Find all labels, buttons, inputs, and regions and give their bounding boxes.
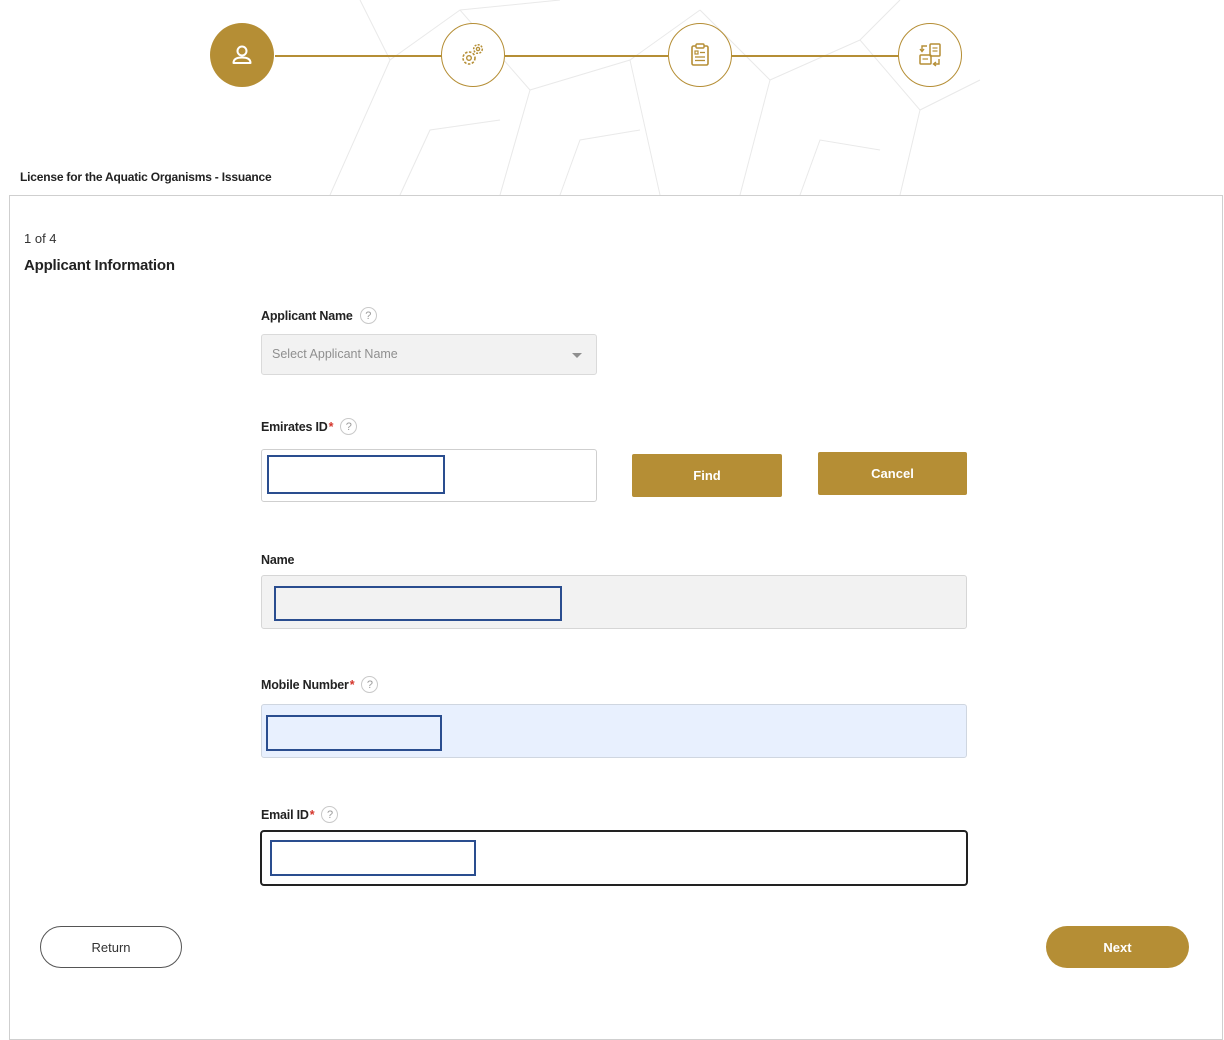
chevron-down-icon — [572, 353, 582, 358]
emirates-id-input[interactable] — [261, 449, 597, 502]
name-label: Name — [261, 553, 294, 567]
step-connector — [731, 55, 899, 57]
help-icon[interactable]: ? — [361, 676, 379, 693]
service-title: License for the Aquatic Organisms - Issu… — [20, 170, 272, 184]
redacted-value — [266, 715, 442, 751]
required-marker: * — [309, 807, 315, 822]
applicant-name-label: Applicant Name ? — [261, 307, 377, 324]
name-label-text: Name — [261, 553, 295, 567]
email-id-label-text: Email ID — [261, 807, 309, 822]
required-marker: * — [328, 419, 334, 434]
redacted-value — [270, 840, 476, 876]
step-connector — [505, 55, 668, 57]
step-3-review[interactable] — [668, 23, 732, 87]
step-2-details[interactable] — [441, 23, 505, 87]
step-counter: 1 of 4 — [24, 231, 57, 246]
mobile-number-label-text: Mobile Number — [261, 677, 349, 692]
find-button[interactable]: Find — [632, 454, 782, 497]
cancel-button[interactable]: Cancel — [818, 452, 967, 495]
step-4-submit[interactable] — [898, 23, 962, 87]
mobile-number-label: Mobile Number * ? — [261, 676, 379, 693]
next-button[interactable]: Next — [1046, 926, 1189, 968]
name-input[interactable] — [261, 575, 967, 629]
redacted-value — [267, 455, 445, 494]
redacted-value — [274, 586, 562, 621]
applicant-name-select[interactable]: Select Applicant Name — [261, 334, 597, 375]
clipboard-icon — [691, 43, 709, 66]
emirates-id-label-text: Emirates ID — [261, 419, 328, 434]
emirates-id-label: Emirates ID * ? — [261, 418, 358, 435]
applicant-name-label-text: Applicant Name — [261, 308, 353, 323]
email-id-input[interactable] — [260, 830, 968, 886]
return-button[interactable]: Return — [40, 926, 182, 968]
step-connector — [275, 55, 442, 57]
mobile-number-input[interactable] — [261, 704, 967, 758]
document-exchange-icon — [919, 43, 941, 67]
step-1-applicant[interactable] — [210, 23, 274, 87]
section-title: Applicant Information — [24, 257, 175, 274]
help-icon[interactable]: ? — [321, 806, 339, 823]
email-id-label: Email ID * ? — [261, 806, 339, 823]
background-pattern — [329, 0, 981, 195]
help-icon[interactable]: ? — [359, 307, 377, 324]
required-marker: * — [349, 677, 355, 692]
user-icon — [232, 45, 252, 64]
applicant-name-placeholder: Select Applicant Name — [272, 347, 398, 361]
help-icon[interactable]: ? — [340, 418, 358, 435]
gears-icon — [462, 43, 484, 65]
